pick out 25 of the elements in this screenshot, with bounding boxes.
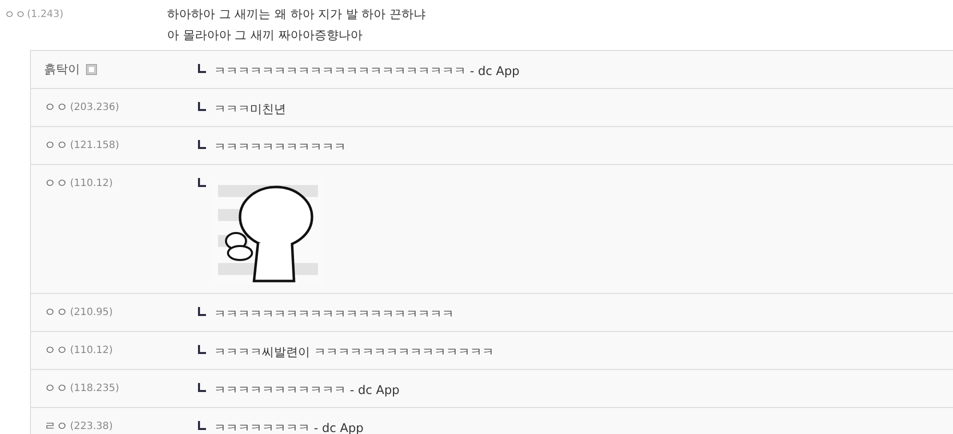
author-name[interactable]: ㄹㅇ bbox=[44, 418, 68, 434]
author-name[interactable]: ㅇㅇ bbox=[44, 304, 68, 320]
reply-text: ㅋㅋㅋㅋㅋㅋㅋㅋㅋㅋㅋ bbox=[214, 139, 346, 156]
author-name[interactable]: ㅇㅇ bbox=[4, 6, 26, 22]
ip-address: (118.235) bbox=[70, 382, 120, 394]
reply-text: ㅋㅋㅋㅋㅋㅋㅋㅋㅋㅋㅋㅋㅋㅋㅋㅋㅋㅋㅋㅋ bbox=[214, 306, 454, 323]
author-name[interactable]: ㅇㅇ bbox=[44, 380, 68, 396]
author-name[interactable]: ㅇㅇ bbox=[44, 342, 68, 358]
ip-address: (223.38) bbox=[70, 420, 113, 432]
ip-address: (1.243) bbox=[27, 8, 64, 20]
ip-address: (203.236) bbox=[70, 102, 120, 112]
comment-text: 아 몰라아아 그 새끼 짜아아증향나아 bbox=[167, 27, 364, 44]
reply-text: ㅋㅋㅋㅋㅋㅋㅋㅋㅋㅋㅋ - dc App bbox=[214, 382, 400, 399]
author-name[interactable]: ㅇㅇ bbox=[44, 98, 68, 116]
ip-address: (110.12) bbox=[70, 178, 113, 188]
ip-address: (121.158) bbox=[70, 140, 120, 150]
author-name[interactable]: ㅇㅇ bbox=[44, 136, 68, 154]
ip-address: (210.95) bbox=[70, 306, 113, 318]
author-name[interactable]: 흙탁이 bbox=[44, 60, 80, 78]
reply-text: ㅋㅋㅋㅋㅋㅋㅋㅋㅋㅋㅋㅋㅋㅋㅋㅋㅋㅋㅋㅋㅋ - dc App bbox=[214, 63, 520, 80]
author-name[interactable]: ㅇㅇ bbox=[44, 174, 68, 192]
reply-text: ㅋㅋㅋㅋ씨발련이 ㅋㅋㅋㅋㅋㅋㅋㅋㅋㅋㅋㅋㅋㅋㅋ bbox=[214, 344, 494, 361]
comment-text: 하아하아 그 새끼는 왜 하아 지가 발 하아 끈하냐 bbox=[167, 6, 426, 23]
ip-address: (110.12) bbox=[70, 344, 113, 356]
reply-text: ㅋㅋㅋ미친년 bbox=[214, 101, 286, 118]
